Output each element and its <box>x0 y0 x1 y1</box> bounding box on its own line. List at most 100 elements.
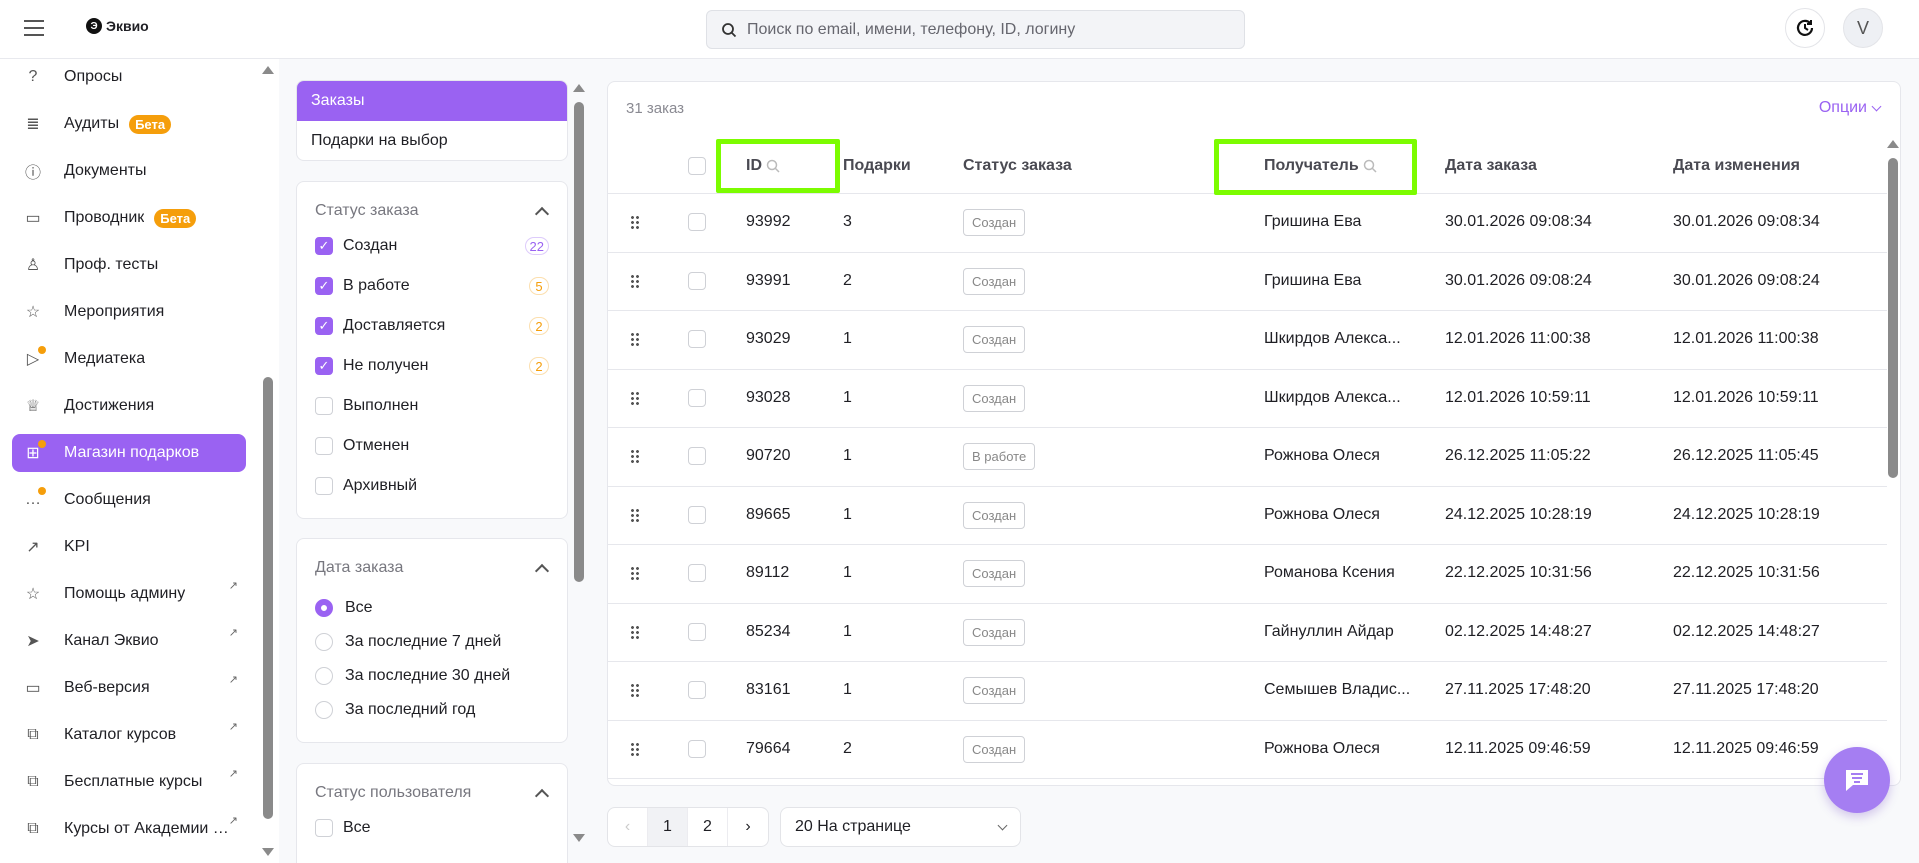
page-1-button[interactable]: 1 <box>648 808 688 846</box>
row-checkbox[interactable] <box>688 739 706 758</box>
row-checkbox[interactable] <box>688 271 706 290</box>
select-all-checkbox[interactable] <box>688 157 706 175</box>
date-option[interactable]: За последний год <box>297 693 567 727</box>
sidebar-scroll-up[interactable] <box>262 66 274 74</box>
menu-icon[interactable] <box>24 20 44 36</box>
logo[interactable]: Э Эквио <box>86 18 149 34</box>
order-id[interactable]: 79664 <box>746 740 791 758</box>
options-dropdown[interactable]: Опции <box>1819 99 1882 117</box>
drag-handle-icon[interactable] <box>630 449 640 463</box>
sidebar-item[interactable]: ⓘ Документы <box>12 152 246 190</box>
sidebar-item[interactable]: ♙ Проф. тесты <box>12 246 246 284</box>
table-row[interactable]: 89112 1 Создан Романова Ксения 22.12.202… <box>608 545 1887 604</box>
recipient[interactable]: Гришина Ева <box>1264 213 1361 231</box>
radio[interactable] <box>315 633 333 651</box>
search-box[interactable] <box>706 10 1245 49</box>
row-checkbox[interactable] <box>688 681 706 699</box>
table-scroll-up[interactable] <box>1887 140 1899 148</box>
checkbox[interactable]: ✓ <box>315 357 333 375</box>
table-row[interactable]: 93992 3 Создан Гришина Ева 30.01.2026 09… <box>608 194 1887 253</box>
sidebar-item[interactable]: … Сообщения <box>12 481 246 519</box>
collapse-chevron-icon[interactable] <box>534 206 550 222</box>
recipient[interactable]: Рожнова Олеся <box>1264 447 1380 465</box>
row-checkbox[interactable] <box>688 447 706 465</box>
table-row[interactable]: 85234 1 Создан Гайнуллин Айдар 02.12.202… <box>608 604 1887 662</box>
sidebar-item[interactable]: ☆ Мероприятия <box>12 293 246 331</box>
next-page-button[interactable]: › <box>728 808 768 846</box>
recipient[interactable]: Романова Ксения <box>1264 564 1395 582</box>
row-checkbox[interactable] <box>688 330 706 348</box>
drag-handle-icon[interactable] <box>630 683 640 697</box>
per-page-select[interactable]: 20 На странице <box>780 807 1021 847</box>
chat-button[interactable] <box>1824 747 1890 813</box>
sidebar-item[interactable]: ▭ Проводник Бета <box>12 199 246 237</box>
sidebar-item[interactable]: ⧉ Каталог курсов ↗ <box>12 716 246 754</box>
checkbox[interactable]: ✓ <box>315 317 333 335</box>
drag-handle-icon[interactable] <box>630 390 640 405</box>
page-2-button[interactable]: 2 <box>688 808 728 846</box>
table-scrollbar[interactable] <box>1888 158 1898 478</box>
checkbox[interactable] <box>315 477 333 495</box>
sidebar-item[interactable]: ▭ Веб-версия ↗ <box>12 669 246 707</box>
filters-scrollbar[interactable] <box>574 102 584 582</box>
order-id[interactable]: 90720 <box>746 447 791 465</box>
recipient[interactable]: Семышев Владис... <box>1264 681 1410 699</box>
sidebar-item[interactable]: ♕ Достижения <box>12 387 246 425</box>
row-checkbox[interactable] <box>688 505 706 524</box>
checkbox[interactable] <box>315 437 333 455</box>
order-id[interactable]: 93991 <box>746 272 791 290</box>
checkbox[interactable]: ✓ <box>315 277 333 295</box>
sidebar-item[interactable]: ? Опросы <box>12 58 246 96</box>
order-id[interactable]: 85234 <box>746 623 791 641</box>
table-row[interactable]: 79664 2 Создан Рожнова Олеся 12.11.2025 … <box>608 721 1887 779</box>
history-button[interactable] <box>1785 8 1825 48</box>
sidebar-item[interactable]: ➤ Канал Эквио ↗ <box>12 622 246 660</box>
collapse-chevron-icon[interactable] <box>534 563 550 579</box>
recipient[interactable]: Рожнова Олеся <box>1264 506 1380 524</box>
tab-orders[interactable]: Заказы <box>297 81 567 121</box>
drag-handle-icon[interactable] <box>630 624 640 639</box>
sidebar-item[interactable]: ▷ Медиатека <box>12 340 246 378</box>
filter-option[interactable]: Выполнен <box>297 386 567 426</box>
table-row[interactable]: 93991 2 Создан Гришина Ева 30.01.2026 09… <box>608 253 1887 311</box>
order-id[interactable]: 93028 <box>746 389 791 407</box>
row-checkbox[interactable] <box>688 213 706 231</box>
sidebar-item[interactable]: ⊞ Магазин подарков <box>12 434 246 472</box>
order-id[interactable]: 89112 <box>746 564 789 582</box>
recipient[interactable]: Гришина Ева <box>1264 272 1361 290</box>
drag-handle-icon[interactable] <box>630 332 640 346</box>
row-checkbox[interactable] <box>688 388 706 407</box>
filters-scroll-down[interactable] <box>573 834 585 842</box>
recipient[interactable]: Гайнуллин Айдар <box>1264 623 1394 641</box>
recipient[interactable]: Шкирдов Алекса... <box>1264 389 1401 407</box>
sidebar-item[interactable]: ☆ Помощь админу ↗ <box>12 575 246 613</box>
table-row[interactable]: 89665 1 Создан Рожнова Олеся 24.12.2025 … <box>608 487 1887 545</box>
search-input[interactable] <box>747 20 1227 39</box>
filter-option[interactable]: ✓ В работе 5 <box>297 266 567 306</box>
sidebar-scrollbar[interactable] <box>263 377 273 819</box>
radio[interactable] <box>315 599 333 617</box>
date-option[interactable]: Все <box>297 591 567 625</box>
drag-handle-icon[interactable] <box>630 273 640 288</box>
table-row[interactable]: 83161 1 Создан Семышев Владис... 27.11.2… <box>608 662 1887 721</box>
row-checkbox[interactable] <box>688 564 706 582</box>
recipient[interactable]: Шкирдов Алекса... <box>1264 330 1401 348</box>
avatar[interactable]: V <box>1843 8 1883 48</box>
sidebar-item[interactable]: ⧉ Бесплатные курсы ↗ <box>12 763 246 801</box>
filter-option[interactable]: Архивный <box>297 466 567 506</box>
drag-handle-icon[interactable] <box>630 741 640 756</box>
row-checkbox[interactable] <box>688 622 706 641</box>
date-option[interactable]: За последние 30 дней <box>297 659 567 693</box>
drag-handle-icon[interactable] <box>630 507 640 522</box>
collapse-chevron-icon[interactable] <box>534 788 550 804</box>
sidebar-item[interactable]: ↗ KPI <box>12 528 246 566</box>
order-id[interactable]: 93029 <box>746 330 791 348</box>
radio[interactable] <box>315 667 333 685</box>
prev-page-button[interactable]: ‹ <box>608 808 648 846</box>
sidebar-scroll-down[interactable] <box>262 848 274 856</box>
drag-handle-icon[interactable] <box>630 215 640 229</box>
order-id[interactable]: 83161 <box>746 681 791 699</box>
filter-option[interactable]: ✓ Доставляется 2 <box>297 306 567 346</box>
filters-scroll-up[interactable] <box>573 84 585 92</box>
table-row[interactable]: 93029 1 Создан Шкирдов Алекса... 12.01.2… <box>608 311 1887 370</box>
